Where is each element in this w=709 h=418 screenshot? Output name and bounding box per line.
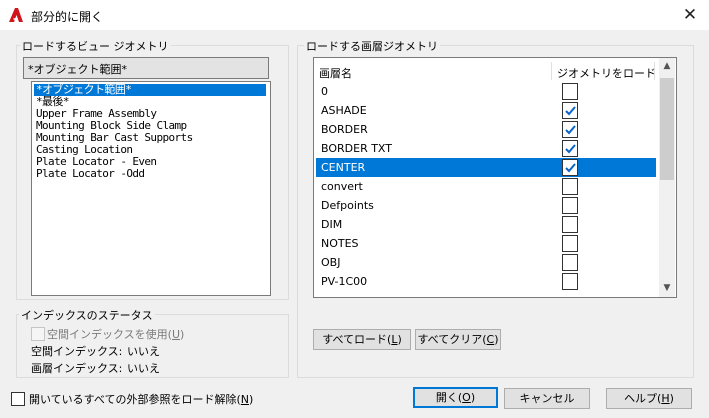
- unload-xrefs-checkbox[interactable]: [11, 392, 25, 406]
- layer-row[interactable]: convert: [316, 177, 656, 196]
- layer-row[interactable]: CENTER: [316, 158, 656, 177]
- layer-name: CENTER: [321, 161, 366, 174]
- load-geometry-checkbox[interactable]: [562, 159, 578, 176]
- layer-name: OBJ: [321, 256, 341, 269]
- layer-name: ASHADE: [321, 104, 367, 117]
- layer-row[interactable]: BORDER TXT: [316, 139, 656, 158]
- load-geometry-checkbox[interactable]: [562, 140, 578, 157]
- clear-all-button[interactable]: すべてクリア(C): [415, 329, 501, 350]
- layer-geometry-group-label: ロードする画層ジオメトリ: [304, 38, 440, 54]
- layer-row[interactable]: DIM: [316, 215, 656, 234]
- layer-name: 0: [321, 85, 328, 98]
- column-header-load-geometry[interactable]: ジオメトリをロード: [557, 65, 656, 81]
- layer-row[interactable]: Defpoints: [316, 196, 656, 215]
- load-geometry-checkbox[interactable]: [562, 102, 578, 119]
- load-geometry-checkbox[interactable]: [562, 235, 578, 252]
- load-geometry-checkbox[interactable]: [562, 83, 578, 100]
- autocad-icon: [8, 7, 24, 23]
- window-title: 部分的に開く: [31, 10, 104, 24]
- layer-name: NOTES: [321, 237, 359, 250]
- layer-name: Defpoints: [321, 199, 374, 212]
- checkmark-icon: [565, 144, 576, 154]
- open-button[interactable]: 開く(O): [413, 387, 498, 408]
- use-spatial-index-label: 空間インデックスを使用(U): [47, 328, 185, 341]
- unload-xrefs-label[interactable]: 開いているすべての外部参照をロード解除(N): [29, 391, 253, 407]
- column-divider[interactable]: [654, 62, 655, 80]
- view-list-item[interactable]: Plate Locator -Odd: [34, 168, 145, 180]
- close-button[interactable]: ✕: [676, 2, 704, 28]
- column-divider[interactable]: [551, 62, 552, 80]
- layer-name: BORDER: [321, 123, 368, 136]
- help-button[interactable]: ヘルプ(H): [606, 388, 692, 409]
- layer-index-value: いいえ: [127, 362, 160, 375]
- load-geometry-checkbox[interactable]: [562, 273, 578, 290]
- view-combo[interactable]: *オブジェクト範囲*: [23, 57, 269, 79]
- scroll-down-icon[interactable]: ▼: [659, 280, 675, 297]
- layer-name: BORDER TXT: [321, 142, 392, 155]
- layer-row[interactable]: ASHADE: [316, 101, 656, 120]
- view-combo-value: *オブジェクト範囲*: [28, 63, 127, 76]
- load-all-button[interactable]: すべてロード(L): [313, 329, 411, 350]
- spatial-index-value: いいえ: [127, 345, 160, 358]
- checkmark-icon: [565, 106, 576, 116]
- checkmark-icon: [565, 125, 576, 135]
- cancel-button[interactable]: キャンセル: [504, 388, 590, 409]
- scrollbar-thumb[interactable]: [660, 78, 674, 180]
- view-list[interactable]: *オブジェクト範囲* *最後* Upper Frame Assembly Mounti…: [31, 81, 271, 296]
- load-geometry-checkbox[interactable]: [562, 254, 578, 271]
- layer-row[interactable]: PV-1C00: [316, 272, 656, 291]
- scroll-up-icon[interactable]: ▲: [659, 58, 675, 75]
- layer-row[interactable]: BORDER: [316, 120, 656, 139]
- layer-index-label: 画層インデックス:: [31, 362, 123, 375]
- checkmark-icon: [565, 163, 576, 173]
- layer-row[interactable]: OBJ: [316, 253, 656, 272]
- load-geometry-checkbox[interactable]: [562, 216, 578, 233]
- load-geometry-checkbox[interactable]: [562, 197, 578, 214]
- use-spatial-index-checkbox[interactable]: [31, 327, 45, 341]
- index-status-group-label: インデックスのステータス: [19, 307, 155, 323]
- layer-name: PV-1C00: [321, 275, 368, 288]
- view-geometry-group-label: ロードするビュー ジオメトリ: [20, 38, 171, 54]
- layer-list[interactable]: 画層名 ジオメトリをロード 0 ASHADE BORDER BORDER TXT CEN…: [313, 57, 677, 298]
- load-geometry-checkbox[interactable]: [562, 178, 578, 195]
- title-bar: 部分的に開く ✕: [0, 0, 709, 30]
- layer-row[interactable]: NOTES: [316, 234, 656, 253]
- layer-name: DIM: [321, 218, 343, 231]
- column-header-layer-name[interactable]: 画層名: [319, 65, 352, 81]
- layer-name: convert: [321, 180, 363, 193]
- load-geometry-checkbox[interactable]: [562, 121, 578, 138]
- layer-row[interactable]: 0: [316, 82, 656, 101]
- spatial-index-label: 空間インデックス:: [31, 345, 123, 358]
